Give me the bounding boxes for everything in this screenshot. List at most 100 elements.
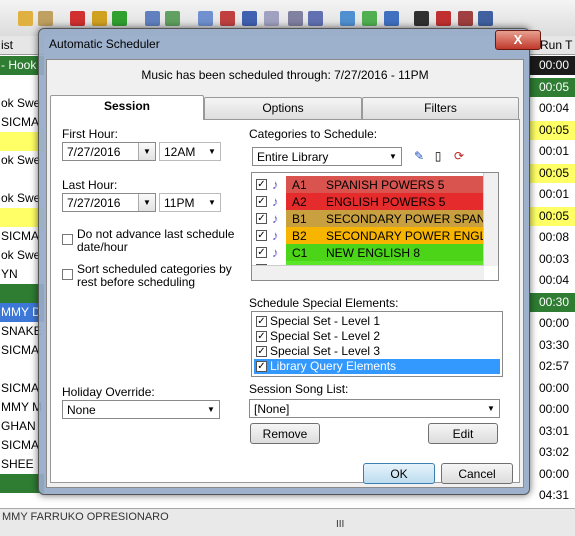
grid-row-run-time[interactable]: 03:02 xyxy=(530,443,575,462)
special-element-item[interactable]: ✓ Special Set - Level 1 xyxy=(254,314,500,329)
page-icon[interactable] xyxy=(340,11,355,26)
camera-icon[interactable] xyxy=(308,11,323,26)
no-advance-checkbox[interactable] xyxy=(62,234,73,245)
special-element-checkbox[interactable]: ✓ xyxy=(256,346,267,357)
grid-row-run-time[interactable]: 00:01 xyxy=(530,142,575,161)
grid-row-run-time[interactable]: 00:04 xyxy=(530,99,575,118)
chart-icon[interactable] xyxy=(242,11,257,26)
last-date-value: 7/27/2016 xyxy=(67,196,121,210)
category-checkbox[interactable]: ✓ xyxy=(256,213,267,224)
grid-row-run-time[interactable]: 00:01 xyxy=(530,185,575,204)
folder-icon[interactable] xyxy=(38,11,53,26)
last-time-value: 11PM xyxy=(164,196,195,210)
special-element-checkbox[interactable]: ✓ xyxy=(256,331,267,342)
first-date-picker[interactable]: 7/27/2016 ▼ xyxy=(62,142,156,161)
special-element-checkbox[interactable]: ✓ xyxy=(256,361,267,372)
edit-list-icon[interactable]: ✎ xyxy=(412,149,426,163)
grid-row-run-time[interactable]: 00:00 xyxy=(530,314,575,333)
chevron-down-icon[interactable]: ▼ xyxy=(385,148,401,165)
last-time-select[interactable]: 11PM ▼ xyxy=(159,193,221,212)
special-element-label: Special Set - Level 2 xyxy=(270,329,381,343)
music-icon[interactable] xyxy=(112,11,127,26)
special-elements-list[interactable]: ✓ Special Set - Level 1 ✓ Special Set - Lev… xyxy=(251,311,503,377)
category-row[interactable]: ✓ ♪ A2 ENGLISH POWERS 5 xyxy=(252,193,484,211)
tab-session[interactable]: Session xyxy=(50,95,204,120)
last-date-picker[interactable]: 7/27/2016 ▼ xyxy=(62,193,156,212)
grid-row-run-time[interactable]: 03:30 xyxy=(530,335,575,355)
edit-icon[interactable] xyxy=(198,11,213,26)
grid-icon[interactable] xyxy=(384,11,399,26)
grid-run-time-column: Run T 00:00 00:05 00:04 00:05 00:01 00:05 00:0… xyxy=(530,36,575,527)
sort-categories-label: Sort scheduled categories by rest before… xyxy=(77,262,232,289)
grid-row-run-time[interactable]: 00:03 xyxy=(530,249,575,269)
clear-icon[interactable]: ▯ xyxy=(431,149,445,163)
category-row[interactable]: ✓ ♪ B2 SECONDARY POWER ENGLIS xyxy=(252,227,484,245)
document-icon[interactable] xyxy=(288,11,303,26)
song-list-select[interactable]: [None] ▼ xyxy=(249,399,500,418)
category-code: B2 xyxy=(292,229,307,243)
grid-row-run-time[interactable]: 00:08 xyxy=(530,228,575,247)
category-checkbox[interactable]: ✓ xyxy=(256,196,267,207)
grid-row-run-time[interactable]: 04:31 xyxy=(530,486,575,505)
remove-button[interactable]: Remove xyxy=(250,423,320,444)
lock-icon[interactable] xyxy=(18,11,33,26)
music-icon[interactable] xyxy=(92,11,107,26)
music-icon[interactable] xyxy=(70,11,85,26)
grid-row-run-time[interactable]: 02:57 xyxy=(530,357,575,376)
chevron-down-icon[interactable]: ▼ xyxy=(204,194,220,211)
grid-row-run-time[interactable]: 00:05 xyxy=(530,77,575,97)
special-element-item[interactable]: ✓ Library Query Elements xyxy=(254,359,500,374)
grid-row-run-time[interactable]: 00:00 xyxy=(530,464,575,484)
category-code: A1 xyxy=(292,178,307,192)
grid-row-run-time[interactable]: 00:00 xyxy=(530,378,575,398)
category-checkbox[interactable]: ✓ xyxy=(256,230,267,241)
vertical-scrollbar[interactable] xyxy=(483,173,498,266)
chevron-down-icon[interactable]: ▼ xyxy=(138,143,155,160)
grid-row-run-time[interactable]: 00:00 xyxy=(530,56,575,75)
holiday-override-select[interactable]: None ▼ xyxy=(62,400,220,419)
grid-row-run-time[interactable]: 00:04 xyxy=(530,271,575,290)
grid-row-run-time[interactable]: 00:05 xyxy=(530,206,575,226)
sort-categories-checkbox[interactable] xyxy=(62,269,73,280)
paint-icon[interactable] xyxy=(458,11,473,26)
grid-row-run-time[interactable]: 00:05 xyxy=(530,163,575,183)
folder-icon[interactable] xyxy=(165,11,180,26)
close-icon: X xyxy=(513,32,523,47)
edit-button[interactable]: Edit xyxy=(428,423,498,444)
special-element-item[interactable]: ✓ Special Set - Level 3 xyxy=(254,344,500,359)
scroll-grip[interactable]: III xyxy=(336,519,344,530)
category-row[interactable]: ✓ ♪ B1 SECONDARY POWER SPANIS xyxy=(252,210,484,228)
grid-row-run-time[interactable]: 03:01 xyxy=(530,421,575,441)
grid-icon[interactable] xyxy=(264,11,279,26)
cancel-button[interactable]: Cancel xyxy=(441,463,513,484)
checkbox-icon[interactable] xyxy=(414,11,429,26)
tools-icon[interactable] xyxy=(220,11,235,26)
search-icon[interactable] xyxy=(145,11,160,26)
close-button[interactable]: X xyxy=(495,30,541,50)
edit-icon[interactable] xyxy=(362,11,377,26)
chevron-down-icon[interactable]: ▼ xyxy=(138,194,155,211)
tab-options[interactable]: Options xyxy=(204,97,362,119)
first-time-select[interactable]: 12AM ▼ xyxy=(159,142,221,161)
help-icon[interactable] xyxy=(478,11,493,26)
category-checkbox[interactable]: ✓ xyxy=(256,247,267,258)
special-element-checkbox[interactable]: ✓ xyxy=(256,316,267,327)
library-select[interactable]: Entire Library ▼ xyxy=(252,147,402,166)
chevron-down-icon[interactable]: ▼ xyxy=(203,401,219,418)
chevron-down-icon[interactable]: ▼ xyxy=(483,400,499,417)
ok-button[interactable]: OK xyxy=(363,463,435,484)
categories-list[interactable]: ✓ ♪ A1 SPANISH POWERS 5 ✓ ♪ A2 ENGLISH POWERS 5… xyxy=(251,172,499,281)
special-element-item[interactable]: ✓ Special Set - Level 2 xyxy=(254,329,500,344)
category-label: B2 SECONDARY POWER ENGLIS xyxy=(286,227,484,245)
tab-filters[interactable]: Filters xyxy=(362,97,519,119)
grid-row-run-time[interactable]: 00:30 xyxy=(530,292,575,312)
grid-row-run-time[interactable]: 00:00 xyxy=(530,400,575,419)
category-checkbox[interactable]: ✓ xyxy=(256,179,267,190)
horizontal-scrollbar[interactable] xyxy=(252,265,484,280)
category-row[interactable]: ✓ ♪ C1 NEW ENGLISH 8 xyxy=(252,244,484,262)
chevron-down-icon[interactable]: ▼ xyxy=(204,143,220,160)
category-row[interactable]: ✓ ♪ A1 SPANISH POWERS 5 xyxy=(252,176,484,194)
report-icon[interactable] xyxy=(436,11,451,26)
refresh-icon[interactable]: ⟳ xyxy=(452,149,466,163)
grid-row-run-time[interactable]: 00:05 xyxy=(530,120,575,140)
